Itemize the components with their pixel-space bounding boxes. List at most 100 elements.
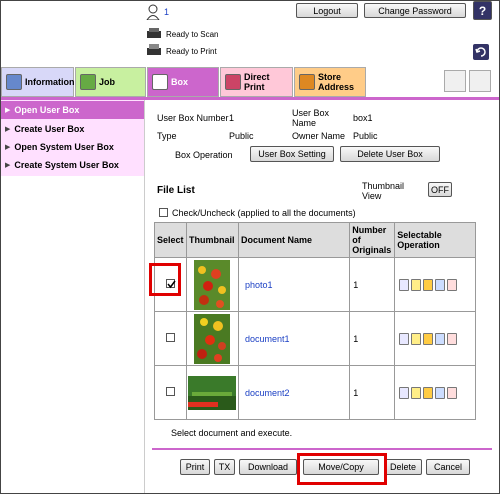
status-print: Ready to Print xyxy=(166,47,217,56)
tab-job-label: Job xyxy=(99,77,116,87)
table-row: document1 1 xyxy=(154,311,476,366)
owner-name-label: Owner Name xyxy=(292,131,346,141)
arrow-icon: ▶ xyxy=(5,144,11,151)
scanner-icon xyxy=(146,27,162,39)
highlight-checkbox xyxy=(149,263,181,296)
sidebar-item-label: Create System User Box xyxy=(14,160,119,170)
copy-icon[interactable] xyxy=(435,332,446,345)
user-box-name-label: User Box Name xyxy=(292,108,330,128)
move-icon[interactable] xyxy=(423,332,434,345)
row-checkbox[interactable] xyxy=(165,333,175,342)
tab-box[interactable]: Box xyxy=(147,67,219,97)
thumbnail-toggle[interactable]: OFF xyxy=(428,182,452,197)
edit-icon[interactable] xyxy=(411,278,422,291)
table-row: photo1 1 xyxy=(154,257,476,312)
user-box-number-value: 1 xyxy=(229,113,235,123)
delete-icon[interactable] xyxy=(447,332,458,345)
user-box-setting-button[interactable]: User Box Setting xyxy=(250,146,334,162)
originals-value: 1 xyxy=(349,311,396,366)
user-box-number-label: User Box Number xyxy=(157,113,229,123)
tab-information[interactable]: Information xyxy=(1,67,75,97)
owner-name-value: Public xyxy=(353,131,378,141)
move-icon[interactable] xyxy=(423,278,434,291)
edit-icon[interactable] xyxy=(411,332,422,345)
view-icon[interactable] xyxy=(399,278,410,291)
arrow-icon: ▶ xyxy=(5,107,11,114)
col-operation: Selectable Operation xyxy=(394,222,476,258)
move-icon[interactable] xyxy=(423,386,434,399)
store-address-icon xyxy=(299,74,315,90)
col-thumbnail: Thumbnail xyxy=(185,222,239,258)
delete-icon[interactable] xyxy=(447,278,458,291)
col-originals: Number of Originals xyxy=(349,222,396,258)
document-link[interactable]: document1 xyxy=(245,334,290,344)
table-row: document2 1 xyxy=(154,365,476,420)
document-link[interactable]: photo1 xyxy=(245,280,273,290)
sidebar-item-open-system-user-box[interactable]: ▶ Open System User Box xyxy=(1,138,144,156)
device-icon-secondary xyxy=(469,70,491,92)
user-box-name-value: box1 xyxy=(353,113,373,123)
instruction-text: Select document and execute. xyxy=(171,428,293,438)
delete-button[interactable]: Delete xyxy=(384,459,422,475)
operation-icons xyxy=(395,386,475,399)
sidebar-item-create-user-box[interactable]: ▶ Create User Box xyxy=(1,120,144,138)
cancel-button[interactable]: Cancel xyxy=(426,459,470,475)
thumbnail-image xyxy=(194,313,231,364)
type-label: Type xyxy=(157,131,177,141)
arrow-icon: ▶ xyxy=(5,162,11,169)
refresh-icon[interactable] xyxy=(473,44,489,60)
check-all-label: Check/Uncheck (applied to all the docume… xyxy=(172,208,356,218)
logout-button[interactable]: Logout xyxy=(296,3,358,18)
table-header: Select Thumbnail Document Name Number of… xyxy=(154,222,476,258)
operation-icons xyxy=(395,332,475,345)
print-button[interactable]: Print xyxy=(180,459,210,475)
change-password-button[interactable]: Change Password xyxy=(364,3,466,18)
document-link[interactable]: document2 xyxy=(245,388,290,398)
direct-print-icon xyxy=(225,74,241,90)
sidebar-item-label: Open System User Box xyxy=(14,142,114,152)
type-value: Public xyxy=(229,131,254,141)
device-icon xyxy=(444,70,466,92)
tab-job[interactable]: Job xyxy=(75,67,146,97)
delete-user-box-button[interactable]: Delete User Box xyxy=(340,146,440,162)
status-scan: Ready to Scan xyxy=(166,30,219,39)
tab-store-address[interactable]: Store Address xyxy=(294,67,366,97)
tab-information-label: Information xyxy=(25,77,75,87)
sidebar-divider xyxy=(144,100,145,493)
sidebar-item-open-user-box[interactable]: ▶ Open User Box xyxy=(1,101,144,119)
arrow-icon: ▶ xyxy=(5,126,11,133)
user-count: 1 xyxy=(164,7,170,17)
sidebar-item-label: Open User Box xyxy=(14,105,80,115)
thumbnail-image xyxy=(194,259,231,310)
file-table: Select Thumbnail Document Name Number of… xyxy=(154,222,476,420)
copy-icon[interactable] xyxy=(435,278,446,291)
user-icon xyxy=(146,4,160,21)
check-all-checkbox[interactable] xyxy=(159,208,168,219)
tx-button[interactable]: TX xyxy=(214,459,235,475)
sidebar-item-create-system-user-box[interactable]: ▶ Create System User Box xyxy=(1,156,144,174)
view-icon[interactable] xyxy=(399,386,410,399)
printer-icon xyxy=(146,44,162,56)
help-button[interactable]: ? xyxy=(473,1,492,20)
originals-value: 1 xyxy=(349,365,396,420)
thumbnail-image xyxy=(188,375,237,410)
tab-store-address-label: Store Address xyxy=(318,72,355,92)
copy-icon[interactable] xyxy=(435,386,446,399)
box-icon xyxy=(152,74,168,90)
job-icon xyxy=(80,74,96,90)
delete-icon[interactable] xyxy=(447,386,458,399)
col-document-name: Document Name xyxy=(237,222,351,258)
file-list-title: File List xyxy=(157,185,195,196)
operation-icons xyxy=(395,278,475,291)
action-bar-divider xyxy=(152,448,492,450)
download-button[interactable]: Download xyxy=(239,459,297,475)
tab-box-label: Box xyxy=(171,77,189,87)
tab-direct-print[interactable]: Direct Print xyxy=(220,67,293,97)
box-operation-label: Box Operation xyxy=(175,150,233,160)
view-icon[interactable] xyxy=(399,332,410,345)
sidebar-item-label: Create User Box xyxy=(14,124,85,134)
row-checkbox[interactable] xyxy=(165,387,175,396)
originals-value: 1 xyxy=(349,257,396,312)
thumbnail-view-label: Thumbnail View xyxy=(362,181,405,201)
edit-icon[interactable] xyxy=(411,386,422,399)
